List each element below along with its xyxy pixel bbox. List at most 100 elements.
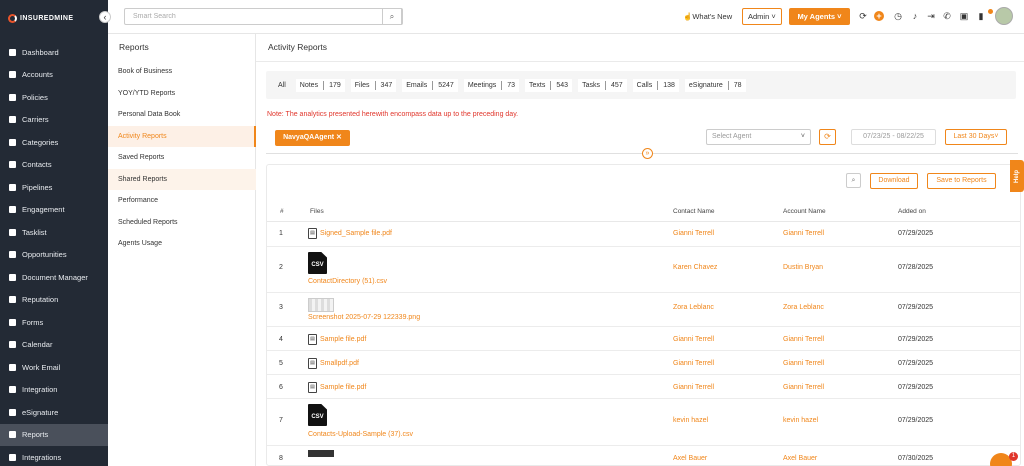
collapse-filters-icon[interactable]: » [642,148,653,159]
logout-icon[interactable]: ⇥ [926,11,936,21]
sync-icon[interactable]: ⟳ [858,11,868,21]
subnav-item-personal-data-book[interactable]: Personal Data Book [108,104,256,126]
contact-link[interactable]: Gianni Terrell [673,384,714,391]
phone-icon[interactable]: ✆ [942,11,952,21]
role-select[interactable]: Admin ˅ [742,8,782,25]
table-row[interactable]: 4 ▤ Sample file.pdf Gianni Terrell Gianni… [267,328,1020,351]
refresh-button[interactable]: ⟳ [819,129,836,145]
table-search-icon[interactable]: ⌕ [846,173,861,188]
sidebar-item-accounts[interactable]: Accounts [0,64,108,87]
subnav-item-saved-reports[interactable]: Saved Reports [108,147,256,169]
sidebar-item-esignature[interactable]: eSignature [0,401,108,424]
app-logo[interactable]: INSUREDMINE [8,12,73,24]
subnav-item-yoy-ytd[interactable]: YOY/YTD Reports [108,83,256,105]
sidebar-item-contacts[interactable]: Contacts [0,154,108,177]
col-header-contact: Contact Name [673,208,715,215]
contact-link[interactable]: Axel Bauer [673,455,707,462]
range-preset-dropdown[interactable]: Last 30 Days˅ [945,129,1007,145]
account-link[interactable]: Axel Bauer [783,455,817,462]
table-row[interactable]: 2 CSV ContactDirectory (51).csv Karen Ch… [267,248,1020,293]
help-tab[interactable]: Help [1010,160,1024,192]
sidebar-item-engagement[interactable]: Engagement [0,199,108,222]
file-link[interactable]: Signed_Sample file.pdf [320,230,392,237]
subnav-item-activity-reports[interactable]: Activity Reports [108,125,256,147]
table-row[interactable]: 5 ▤ Smallpdf.pdf Gianni Terrell Gianni Te… [267,352,1020,375]
sidebar-item-forms[interactable]: Forms [0,311,108,334]
sidebar-item-dashboard[interactable]: Dashboard [0,41,108,64]
tab-emails[interactable]: Emails 5247 [402,78,458,92]
file-link[interactable]: ContactDirectory (51).csv [308,278,387,285]
search-icon[interactable]: ⌕ [382,8,402,25]
table-row[interactable]: 8 Axel Bauer Axel Bauer 07/30/2025 [267,447,1020,465]
contact-link[interactable]: Gianni Terrell [673,336,714,343]
subnav-item-scheduled-reports[interactable]: Scheduled Reports [108,212,256,234]
clock-icon[interactable]: ◷ [893,11,903,21]
tab-calls[interactable]: Calls 138 [632,78,679,92]
sidebar-item-document-manager[interactable]: Document Manager [0,266,108,289]
image-thumbnail [308,450,334,457]
contacts-icon [9,161,16,169]
close-icon[interactable]: ✕ [336,134,342,141]
sidebar-item-label: Reputation [22,295,59,305]
date-range-field[interactable]: 07/23/25 - 08/22/25 [851,129,936,145]
subnav-item-agents-usage[interactable]: Agents Usage [108,233,256,255]
account-link[interactable]: kevin hazel [783,417,818,424]
contact-link[interactable]: Gianni Terrell [673,360,714,367]
subnav-item-book-of-business[interactable]: Book of Business [108,61,256,83]
sidebar-item-pipelines[interactable]: Pipelines [0,176,108,199]
battery-icon[interactable]: ▮ [976,11,986,21]
agent-filter-chip[interactable]: NavyaQAAgent ✕ [275,130,350,146]
account-link[interactable]: Gianni Terrell [783,230,824,237]
sidebar-item-opportunities[interactable]: Opportunities [0,244,108,267]
sidebar-item-integration[interactable]: Integration [0,379,108,402]
account-link[interactable]: Gianni Terrell [783,336,824,343]
sidebar-item-work-email[interactable]: Work Email [0,356,108,379]
sidebar-item-reputation[interactable]: Reputation [0,289,108,312]
account-link[interactable]: Gianni Terrell [783,384,824,391]
tab-texts[interactable]: Texts 543 [525,78,573,92]
file-link[interactable]: Screenshot 2025-07-29 122339.png [308,314,420,321]
csv-file-icon: CSV [308,404,327,426]
table-row[interactable]: 7 CSV Contacts-Upload-Sample (37).csv ke… [267,400,1020,446]
contact-link[interactable]: kevin hazel [673,417,708,424]
sidebar-item-reports[interactable]: Reports [0,423,108,446]
chip-icon[interactable]: ▣ [959,11,969,21]
contact-link[interactable]: Zora Leblanc [673,304,714,311]
contact-link[interactable]: Karen Chavez [673,264,717,271]
account-link[interactable]: Dustin Bryan [783,264,823,271]
whats-new-link[interactable]: ☝What's New [683,12,732,21]
sidebar-item-tasklist[interactable]: Tasklist [0,221,108,244]
sidebar-item-categories[interactable]: Categories [0,131,108,154]
tab-notes[interactable]: Notes 179 [295,78,345,92]
account-link[interactable]: Zora Leblanc [783,304,824,311]
save-to-reports-button[interactable]: Save to Reports [927,173,996,189]
file-link[interactable]: Smallpdf.pdf [320,360,359,367]
avatar[interactable] [995,7,1013,25]
tab-esignature[interactable]: eSignature 78 [684,78,746,92]
search-input[interactable] [125,9,384,24]
bell-icon[interactable]: ♪ [910,11,920,21]
tab-files[interactable]: Files 347 [350,78,397,92]
file-link[interactable]: Sample file.pdf [320,384,366,391]
sidebar-item-calendar[interactable]: Calendar [0,334,108,357]
subnav-item-shared-reports[interactable]: Shared Reports [108,168,256,190]
sidebar-item-policies[interactable]: Policies [0,86,108,109]
file-link[interactable]: Sample file.pdf [320,336,366,343]
download-button[interactable]: Download [870,173,918,189]
my-agents-button[interactable]: My Agents ˅ [789,8,850,25]
select-agent-dropdown[interactable]: Select Agent ˅ [706,129,811,145]
contact-link[interactable]: Gianni Terrell [673,230,714,237]
tab-meetings[interactable]: Meetings 73 [463,78,520,92]
add-icon[interactable]: + [874,11,884,21]
sidebar-collapse-button[interactable]: ‹ [99,11,111,23]
file-link[interactable]: Contacts-Upload-Sample (37).csv [308,431,413,438]
table-row[interactable]: 6 ▤ Sample file.pdf Gianni Terrell Gianni… [267,376,1020,399]
sidebar-item-integrations[interactable]: Integrations [0,446,108,466]
sidebar-item-carriers[interactable]: Carriers [0,109,108,132]
account-link[interactable]: Gianni Terrell [783,360,824,367]
table-row[interactable]: 1 ▤ Signed_Sample file.pdf Gianni Terrell… [267,222,1020,247]
tab-all[interactable]: All [274,80,290,91]
subnav-item-performance[interactable]: Performance [108,190,256,212]
tab-tasks[interactable]: Tasks 457 [578,78,627,92]
table-row[interactable]: 3 Screenshot 2025-07-29 122339.png Zora … [267,294,1020,327]
